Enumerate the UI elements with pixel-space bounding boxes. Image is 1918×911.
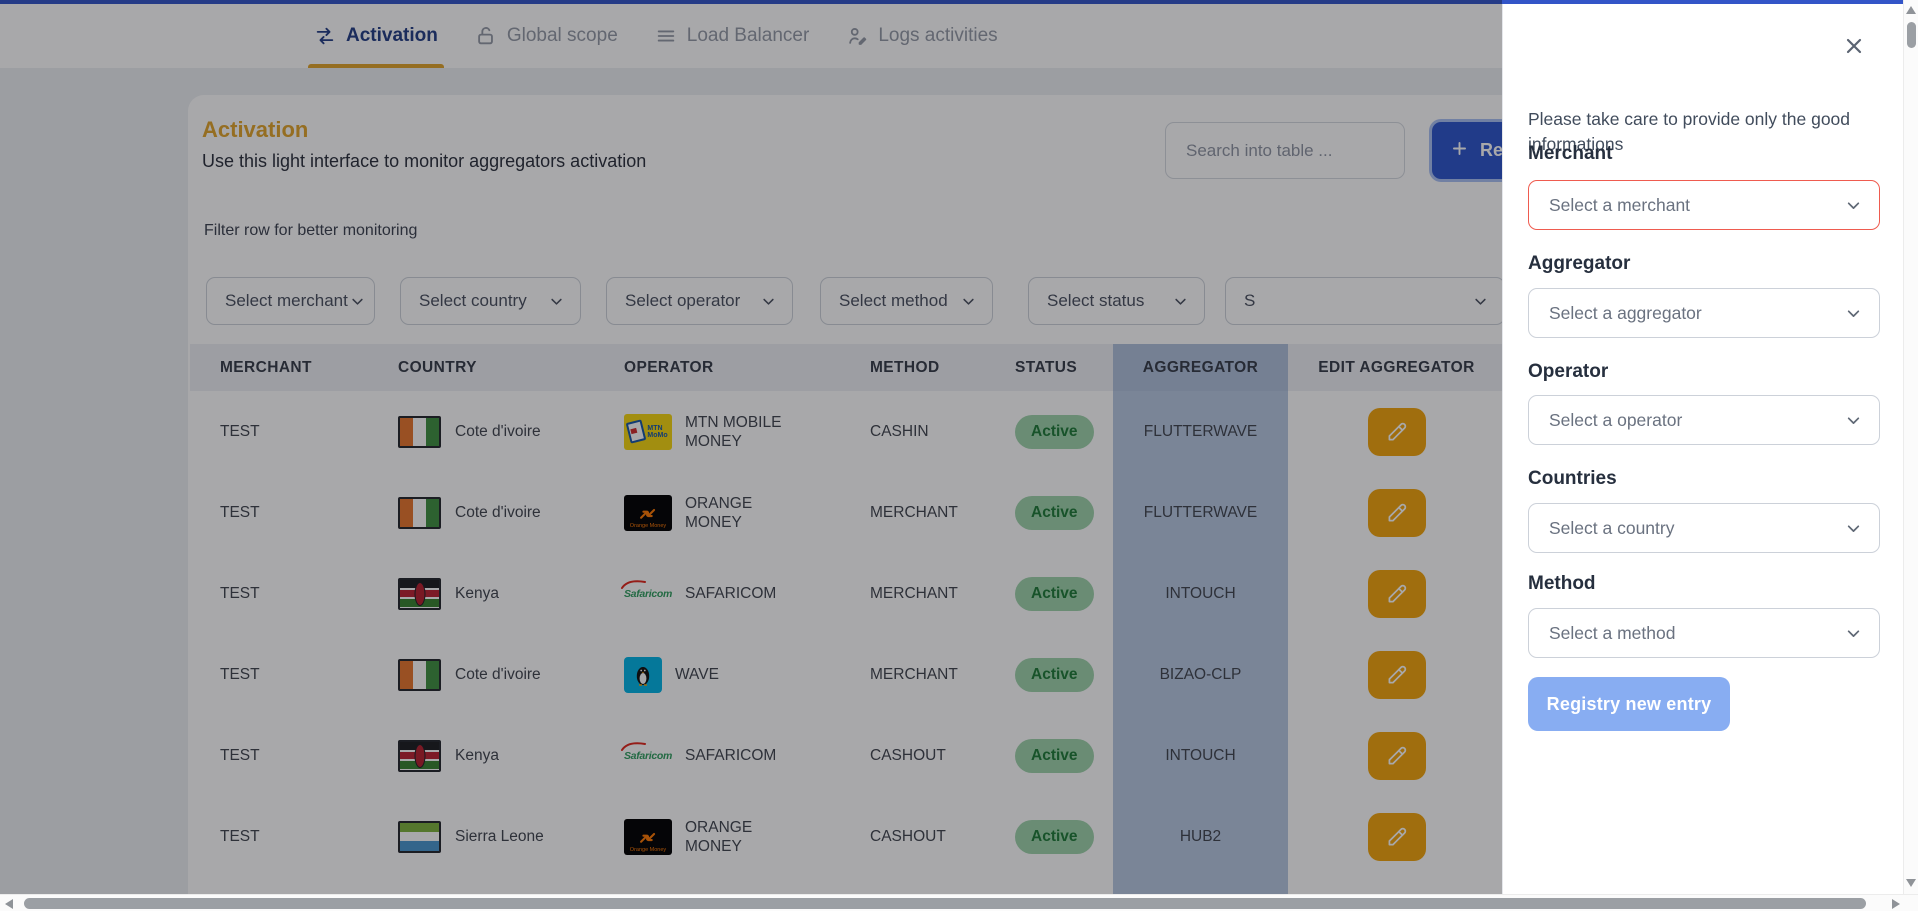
field-label-merchant: Merchant	[1528, 143, 1612, 165]
field-label-aggregator: Aggregator	[1528, 253, 1630, 275]
horizontal-scrollbar[interactable]	[0, 894, 1918, 911]
merchant-select[interactable]: Select a merchant	[1528, 180, 1880, 230]
select-placeholder: Select a merchant	[1549, 195, 1690, 216]
operator-select[interactable]: Select a operator	[1528, 395, 1880, 445]
scroll-down-arrow-icon[interactable]	[1906, 879, 1916, 887]
chevron-down-icon	[1843, 410, 1864, 431]
horizontal-scrollbar-thumb[interactable]	[24, 898, 1866, 909]
chevron-down-icon	[1843, 195, 1864, 216]
chevron-down-icon	[1843, 303, 1864, 324]
vertical-scrollbar-thumb[interactable]	[1907, 22, 1916, 48]
scroll-up-arrow-icon[interactable]	[1906, 6, 1916, 14]
chevron-down-icon	[1843, 518, 1864, 539]
registry-submit-button[interactable]: Registry new entry	[1528, 677, 1730, 731]
app-viewport: ActivationGlobal scopeLoad BalancerLogs …	[0, 0, 1918, 911]
countries-select[interactable]: Select a country	[1528, 503, 1880, 553]
drawer-backdrop[interactable]	[0, 0, 1502, 894]
scroll-left-arrow-icon[interactable]	[5, 899, 13, 909]
select-placeholder: Select a aggregator	[1549, 303, 1702, 324]
select-placeholder: Select a method	[1549, 623, 1675, 644]
select-placeholder: Select a country	[1549, 518, 1674, 539]
vertical-scrollbar[interactable]	[1903, 0, 1918, 894]
close-button[interactable]	[1841, 34, 1867, 60]
chevron-down-icon	[1843, 623, 1864, 644]
new-entry-drawer: Please take care to provide only the goo…	[1502, 0, 1903, 894]
select-placeholder: Select a operator	[1549, 410, 1682, 431]
close-icon	[1842, 46, 1866, 61]
aggregator-select[interactable]: Select a aggregator	[1528, 288, 1880, 338]
field-label-method: Method	[1528, 573, 1596, 595]
field-label-countries: Countries	[1528, 468, 1617, 490]
field-label-operator: Operator	[1528, 361, 1608, 383]
method-select[interactable]: Select a method	[1528, 608, 1880, 658]
scroll-right-arrow-icon[interactable]	[1892, 899, 1900, 909]
